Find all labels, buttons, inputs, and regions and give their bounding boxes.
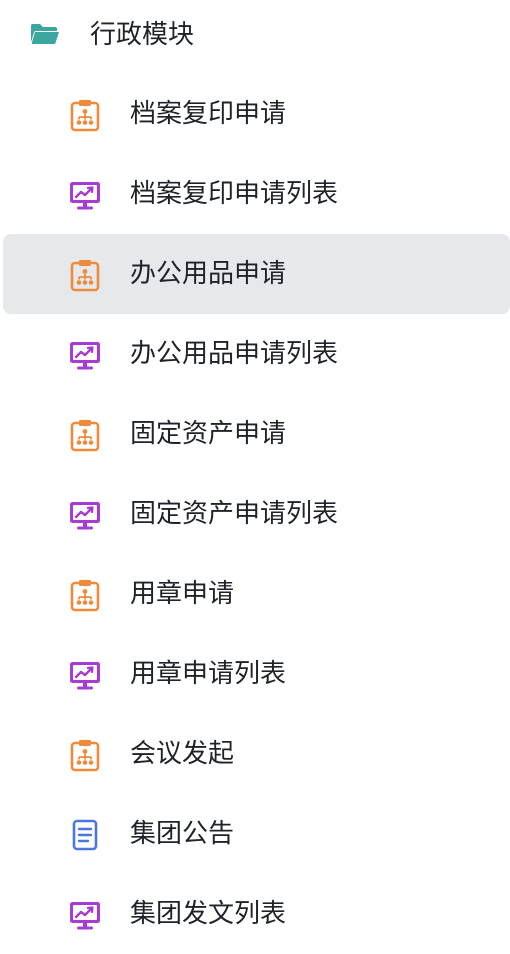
document-icon [68,818,102,852]
menu-item-label: 办公用品申请 [130,259,287,289]
menu-item-label: 用章申请 [130,579,235,609]
form-clipboard-icon [68,738,102,772]
form-clipboard-icon [68,258,102,292]
folder-open-icon [31,24,59,44]
menu-group-admin[interactable]: 行政模块 [0,0,510,74]
menu-item[interactable]: 用章申请列表 [0,634,510,714]
menu-item[interactable]: 办公用品申请 [0,234,510,314]
menu-item-label: 固定资产申请 [130,419,287,449]
menu-item-label: 档案复印申请列表 [130,179,339,209]
menu-item-label: 集团公告 [130,819,235,849]
form-clipboard-icon [68,98,102,132]
menu-item-label: 会议发起 [130,739,235,769]
menu-item[interactable]: 档案复印申请列表 [0,154,510,234]
chart-monitor-icon [68,498,102,532]
menu-item[interactable]: 集团公告 [0,794,510,874]
menu-item-label: 办公用品申请列表 [130,339,339,369]
menu-item[interactable]: 会议发起 [0,714,510,794]
chart-monitor-icon [68,898,102,932]
menu-item[interactable]: 办公用品申请列表 [0,314,510,394]
menu-item[interactable]: 集团发文列表 [0,874,510,954]
menu-item-label: 集团发文列表 [130,899,287,929]
chart-monitor-icon [68,658,102,692]
menu-item-label: 用章申请列表 [130,659,287,689]
menu-item[interactable]: 档案复印申请 [0,74,510,154]
menu-item-label: 档案复印申请 [130,99,287,129]
menu-group-label: 行政模块 [90,20,195,50]
form-clipboard-icon [68,578,102,612]
menu-item[interactable]: 用章申请 [0,554,510,634]
chart-monitor-icon [68,178,102,212]
menu-item-label: 固定资产申请列表 [130,499,339,529]
form-clipboard-icon [68,418,102,452]
menu-item[interactable]: 固定资产申请列表 [0,474,510,554]
chart-monitor-icon [68,338,102,372]
menu-item[interactable]: 固定资产申请 [0,394,510,474]
sidebar-menu: 行政模块 档案复印申请档案复印申请列表 办公用品申请办公用品申请列表 固定资产申请固… [0,0,510,954]
